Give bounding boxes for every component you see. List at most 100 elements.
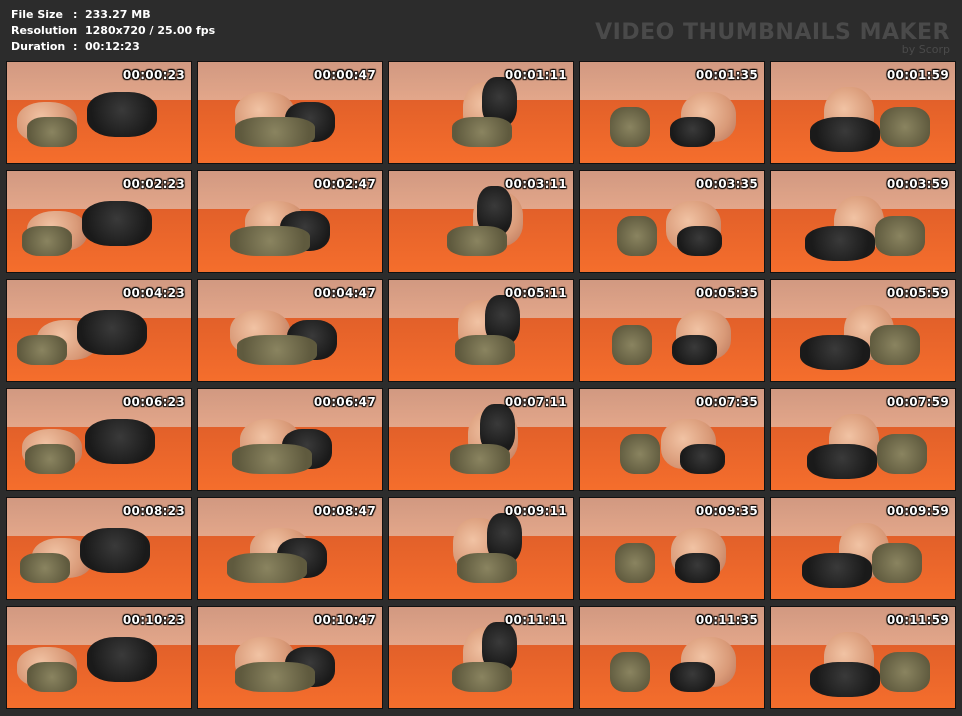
thumbnail-timestamp: 00:10:23: [122, 613, 185, 627]
video-thumbnail: 00:04:23: [6, 279, 192, 382]
thumbnail-figure: [452, 662, 512, 692]
thumbnail-figure: [227, 553, 307, 583]
thumbnail-figure: [679, 444, 725, 474]
video-thumbnail: 00:11:59: [770, 606, 956, 709]
thumbnail-figure: [457, 553, 517, 583]
thumbnail-figure: [672, 335, 717, 365]
thumbnail-figure: [454, 335, 515, 365]
thumbnail-timestamp: 00:02:47: [313, 177, 376, 191]
thumbnail-timestamp: 00:01:35: [695, 68, 758, 82]
video-thumbnail: 00:11:35: [579, 606, 765, 709]
thumbnail-timestamp: 00:07:59: [886, 395, 949, 409]
file-size-row: File Size : 233.27 MB: [11, 7, 215, 23]
thumbnail-figure: [234, 662, 315, 692]
thumbnail-figure: [87, 92, 157, 137]
video-thumbnail: 00:03:11: [388, 170, 574, 273]
video-thumbnail: 00:10:23: [6, 606, 192, 709]
thumbnail-figure: [614, 543, 655, 583]
video-thumbnail: 00:09:59: [770, 497, 956, 600]
thumbnail-timestamp: 00:08:47: [313, 504, 376, 518]
thumbnail-timestamp: 00:01:59: [886, 68, 949, 82]
resolution-value: 1280x720 / 25.00 fps: [85, 24, 216, 37]
thumbnail-timestamp: 00:11:59: [886, 613, 949, 627]
thumbnail-timestamp: 00:04:47: [313, 286, 376, 300]
thumbnail-figure: [452, 117, 512, 147]
thumbnail-timestamp: 00:06:23: [122, 395, 185, 409]
video-thumbnail: 00:01:59: [770, 61, 956, 164]
thumbnail-timestamp: 00:03:59: [886, 177, 949, 191]
thumbnail-timestamp: 00:09:35: [695, 504, 758, 518]
separator: :: [73, 24, 78, 37]
thumbnail-timestamp: 00:10:47: [313, 613, 376, 627]
thumbnail-figure: [677, 226, 722, 256]
file-size-value: 233.27 MB: [85, 8, 151, 21]
video-thumbnail: 00:01:11: [388, 61, 574, 164]
thumbnail-figure: [612, 325, 652, 365]
duration-label: Duration: [11, 40, 66, 53]
video-thumbnail: 00:08:23: [6, 497, 192, 600]
video-thumbnail: 00:05:11: [388, 279, 574, 382]
resolution-label: Resolution: [11, 24, 78, 37]
thumbnail-timestamp: 00:11:11: [504, 613, 567, 627]
thumbnail-figure: [229, 226, 310, 256]
thumbnail-figure: [77, 310, 147, 355]
thumbnail-timestamp: 00:11:35: [695, 613, 758, 627]
thumbnail-figure: [17, 335, 67, 365]
video-thumbnail: 00:02:47: [197, 170, 383, 273]
thumbnail-figure: [879, 107, 930, 147]
video-thumbnail: 00:07:35: [579, 388, 765, 491]
thumbnail-figure: [22, 226, 72, 256]
thumbnail-figure: [869, 325, 920, 365]
video-thumbnail: 00:03:35: [579, 170, 765, 273]
thumbnail-figure: [669, 662, 715, 692]
thumbnail-timestamp: 00:05:59: [886, 286, 949, 300]
file-size-label: File Size: [11, 8, 63, 21]
thumbnail-figure: [674, 553, 720, 583]
thumbnail-timestamp: 00:07:11: [504, 395, 567, 409]
video-thumbnail: 00:05:35: [579, 279, 765, 382]
thumbnail-figure: [879, 652, 930, 692]
separator: :: [73, 8, 78, 21]
thumbnail-figure: [877, 434, 927, 474]
video-thumbnail: 00:00:23: [6, 61, 192, 164]
thumbnail-grid: 00:00:23 00:00:47 00:01:11 00:01:35 00:01:59…: [6, 61, 956, 709]
thumbnail-figure: [669, 117, 715, 147]
video-thumbnail: 00:11:11: [388, 606, 574, 709]
video-thumbnail: 00:02:23: [6, 170, 192, 273]
video-thumbnail: 00:08:47: [197, 497, 383, 600]
thumbnail-figure: [84, 419, 155, 464]
video-thumbnail: 00:06:23: [6, 388, 192, 491]
thumbnail-figure: [27, 117, 77, 147]
thumbnail-figure: [24, 444, 75, 474]
thumbnail-timestamp: 00:00:23: [122, 68, 185, 82]
thumbnail-timestamp: 00:09:11: [504, 504, 567, 518]
thumbnail-figure: [237, 335, 317, 365]
thumbnail-figure: [232, 444, 312, 474]
thumbnail-figure: [609, 107, 650, 147]
thumbnail-figure: [809, 662, 880, 697]
thumbnail-timestamp: 00:02:23: [122, 177, 185, 191]
duration-value: 00:12:23: [85, 40, 140, 53]
video-thumbnail: 00:03:59: [770, 170, 956, 273]
separator: :: [73, 40, 78, 53]
thumbnail-timestamp: 00:08:23: [122, 504, 185, 518]
thumbnail-figure: [872, 543, 922, 583]
video-thumbnail: 00:09:35: [579, 497, 765, 600]
thumbnail-figure: [804, 226, 875, 261]
video-thumbnail: 00:06:47: [197, 388, 383, 491]
thumbnail-timestamp: 00:04:23: [122, 286, 185, 300]
video-thumbnail: 00:09:11: [388, 497, 574, 600]
video-thumbnail: 00:00:47: [197, 61, 383, 164]
brand-watermark: VIDEO THUMBNAILS MAKER by Scorp: [595, 20, 950, 56]
thumbnail-timestamp: 00:06:47: [313, 395, 376, 409]
video-thumbnail: 00:01:35: [579, 61, 765, 164]
file-info-panel: File Size : 233.27 MB Resolution : 1280x…: [11, 7, 215, 55]
thumbnail-figure: [449, 444, 510, 474]
thumbnail-timestamp: 00:03:11: [504, 177, 567, 191]
thumbnail-timestamp: 00:01:11: [504, 68, 567, 82]
thumbnail-figure: [82, 201, 152, 246]
video-thumbnail: 00:05:59: [770, 279, 956, 382]
thumbnail-figure: [619, 434, 660, 474]
video-thumbnail: 00:04:47: [197, 279, 383, 382]
thumbnail-timestamp: 00:09:59: [886, 504, 949, 518]
